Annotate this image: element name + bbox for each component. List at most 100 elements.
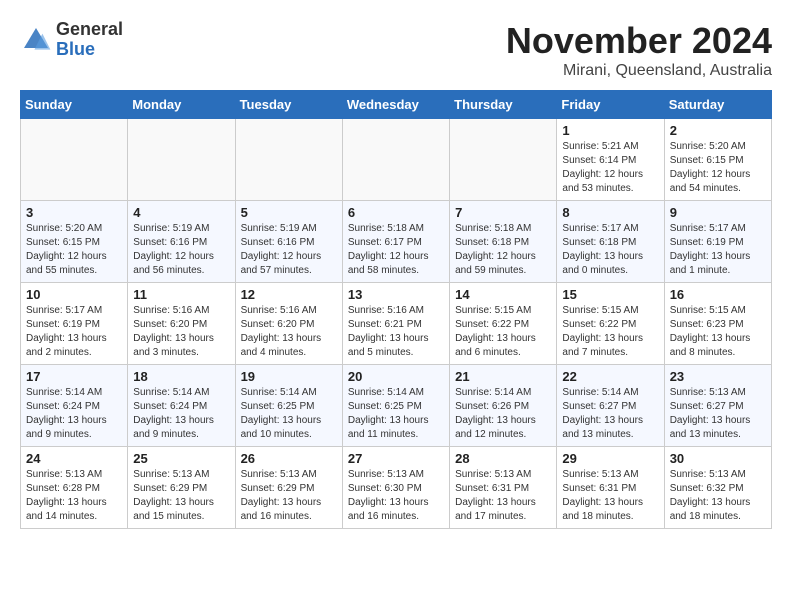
calendar-cell: 13 Sunrise: 5:16 AM Sunset: 6:21 PM Dayli… [342,283,449,365]
day-info-text: Sunrise: 5:14 AM Sunset: 6:24 PM Dayligh… [133,386,229,442]
calendar-cell [235,119,342,201]
day-number: 22 [562,369,658,384]
day-info-text: Sunrise: 5:16 AM Sunset: 6:20 PM Dayligh… [241,304,337,360]
day-info-text: Sunrise: 5:14 AM Sunset: 6:25 PM Dayligh… [241,386,337,442]
day-info-text: Sunrise: 5:14 AM Sunset: 6:26 PM Dayligh… [455,386,551,442]
day-info-text: Sunrise: 5:13 AM Sunset: 6:30 PM Dayligh… [348,468,444,524]
day-number: 1 [562,123,658,138]
calendar-cell: 4Sunrise: 5:19 AM Sunset: 6:16 PM Daylig… [128,201,235,283]
day-number: 23 [670,369,766,384]
day-number: 18 [133,369,229,384]
day-number: 8 [562,205,658,220]
day-info-text: Sunrise: 5:21 AM Sunset: 6:14 PM Dayligh… [562,140,658,196]
day-number: 2 [670,123,766,138]
weekday-header-monday: Monday [128,91,235,119]
day-info-text: Sunrise: 5:17 AM Sunset: 6:18 PM Dayligh… [562,222,658,278]
day-number: 14 [455,287,551,302]
day-number: 6 [348,205,444,220]
calendar-cell: 26Sunrise: 5:13 AM Sunset: 6:29 PM Dayli… [235,447,342,529]
title-area: November 2024 Mirani, Queensland, Austra… [506,20,772,80]
calendar-week-row: 17 Sunrise: 5:14 AM Sunset: 6:24 PM Dayli… [21,365,772,447]
logo-general-text: General [56,20,123,40]
day-number: 24 [26,451,122,466]
calendar-cell: 15 Sunrise: 5:15 AM Sunset: 6:22 PM Dayli… [557,283,664,365]
day-number: 29 [562,451,658,466]
calendar-week-row: 10 Sunrise: 5:17 AM Sunset: 6:19 PM Dayli… [21,283,772,365]
day-number: 5 [241,205,337,220]
day-info-text: Sunrise: 5:20 AM Sunset: 6:15 PM Dayligh… [26,222,122,278]
day-info-text: Sunrise: 5:13 AM Sunset: 6:27 PM Dayligh… [670,386,766,442]
calendar-cell: 16 Sunrise: 5:15 AM Sunset: 6:23 PM Dayli… [664,283,771,365]
calendar-cell: 9 Sunrise: 5:17 AM Sunset: 6:19 PM Daylig… [664,201,771,283]
calendar-cell: 17 Sunrise: 5:14 AM Sunset: 6:24 PM Dayli… [21,365,128,447]
logo: General Blue [20,20,123,60]
day-info-text: Sunrise: 5:15 AM Sunset: 6:22 PM Dayligh… [455,304,551,360]
logo-icon [20,24,52,56]
calendar-cell: 21 Sunrise: 5:14 AM Sunset: 6:26 PM Dayli… [450,365,557,447]
day-info-text: Sunrise: 5:16 AM Sunset: 6:20 PM Dayligh… [133,304,229,360]
day-info-text: Sunrise: 5:15 AM Sunset: 6:23 PM Dayligh… [670,304,766,360]
day-info-text: Sunrise: 5:14 AM Sunset: 6:24 PM Dayligh… [26,386,122,442]
weekday-header-tuesday: Tuesday [235,91,342,119]
day-number: 21 [455,369,551,384]
weekday-header-saturday: Saturday [664,91,771,119]
calendar-cell: 29 Sunrise: 5:13 AM Sunset: 6:31 PM Dayli… [557,447,664,529]
day-number: 25 [133,451,229,466]
day-number: 4 [133,205,229,220]
day-number: 12 [241,287,337,302]
calendar-cell: 28 Sunrise: 5:13 AM Sunset: 6:31 PM Dayli… [450,447,557,529]
day-number: 13 [348,287,444,302]
calendar-cell: 6 Sunrise: 5:18 AM Sunset: 6:17 PM Daylig… [342,201,449,283]
calendar-cell: 2 Sunrise: 5:20 AM Sunset: 6:15 PM Daylig… [664,119,771,201]
day-number: 15 [562,287,658,302]
day-info-text: Sunrise: 5:15 AM Sunset: 6:22 PM Dayligh… [562,304,658,360]
day-info-text: Sunrise: 5:13 AM Sunset: 6:29 PM Dayligh… [133,468,229,524]
calendar-cell: 12 Sunrise: 5:16 AM Sunset: 6:20 PM Dayli… [235,283,342,365]
day-info-text: Sunrise: 5:14 AM Sunset: 6:27 PM Dayligh… [562,386,658,442]
calendar-header-row: SundayMondayTuesdayWednesdayThursdayFrid… [21,91,772,119]
calendar-cell: 14 Sunrise: 5:15 AM Sunset: 6:22 PM Dayli… [450,283,557,365]
calendar-cell: 8 Sunrise: 5:17 AM Sunset: 6:18 PM Daylig… [557,201,664,283]
day-number: 3 [26,205,122,220]
calendar-cell: 3 Sunrise: 5:20 AM Sunset: 6:15 PM Daylig… [21,201,128,283]
day-number: 7 [455,205,551,220]
day-number: 28 [455,451,551,466]
calendar-cell: 23 Sunrise: 5:13 AM Sunset: 6:27 PM Dayli… [664,365,771,447]
day-number: 9 [670,205,766,220]
calendar-cell: 20Sunrise: 5:14 AM Sunset: 6:25 PM Dayli… [342,365,449,447]
day-info-text: Sunrise: 5:17 AM Sunset: 6:19 PM Dayligh… [670,222,766,278]
calendar-cell: 10 Sunrise: 5:17 AM Sunset: 6:19 PM Dayli… [21,283,128,365]
day-info-text: Sunrise: 5:20 AM Sunset: 6:15 PM Dayligh… [670,140,766,196]
calendar-cell: 5 Sunrise: 5:19 AM Sunset: 6:16 PM Daylig… [235,201,342,283]
day-info-text: Sunrise: 5:17 AM Sunset: 6:19 PM Dayligh… [26,304,122,360]
calendar-cell: 19 Sunrise: 5:14 AM Sunset: 6:25 PM Dayli… [235,365,342,447]
day-info-text: Sunrise: 5:19 AM Sunset: 6:16 PM Dayligh… [241,222,337,278]
calendar-cell [21,119,128,201]
calendar-week-row: 24 Sunrise: 5:13 AM Sunset: 6:28 PM Dayli… [21,447,772,529]
calendar-cell: 11Sunrise: 5:16 AM Sunset: 6:20 PM Dayli… [128,283,235,365]
logo-blue-text: Blue [56,40,123,60]
month-title: November 2024 [506,20,772,62]
calendar-cell: 24 Sunrise: 5:13 AM Sunset: 6:28 PM Dayli… [21,447,128,529]
day-number: 16 [670,287,766,302]
day-info-text: Sunrise: 5:18 AM Sunset: 6:17 PM Dayligh… [348,222,444,278]
calendar-cell: 7Sunrise: 5:18 AM Sunset: 6:18 PM Daylig… [450,201,557,283]
calendar-cell: 18 Sunrise: 5:14 AM Sunset: 6:24 PM Dayli… [128,365,235,447]
day-info-text: Sunrise: 5:13 AM Sunset: 6:31 PM Dayligh… [562,468,658,524]
weekday-header-thursday: Thursday [450,91,557,119]
day-info-text: Sunrise: 5:13 AM Sunset: 6:31 PM Dayligh… [455,468,551,524]
weekday-header-sunday: Sunday [21,91,128,119]
day-info-text: Sunrise: 5:13 AM Sunset: 6:28 PM Dayligh… [26,468,122,524]
calendar-cell: 22 Sunrise: 5:14 AM Sunset: 6:27 PM Dayli… [557,365,664,447]
day-number: 20 [348,369,444,384]
calendar-cell: 30Sunrise: 5:13 AM Sunset: 6:32 PM Dayli… [664,447,771,529]
location-subtitle: Mirani, Queensland, Australia [506,62,772,80]
calendar-cell [450,119,557,201]
day-number: 10 [26,287,122,302]
calendar-week-row: 1 Sunrise: 5:21 AM Sunset: 6:14 PM Daylig… [21,119,772,201]
day-number: 27 [348,451,444,466]
day-info-text: Sunrise: 5:16 AM Sunset: 6:21 PM Dayligh… [348,304,444,360]
day-number: 17 [26,369,122,384]
weekday-header-wednesday: Wednesday [342,91,449,119]
day-number: 19 [241,369,337,384]
